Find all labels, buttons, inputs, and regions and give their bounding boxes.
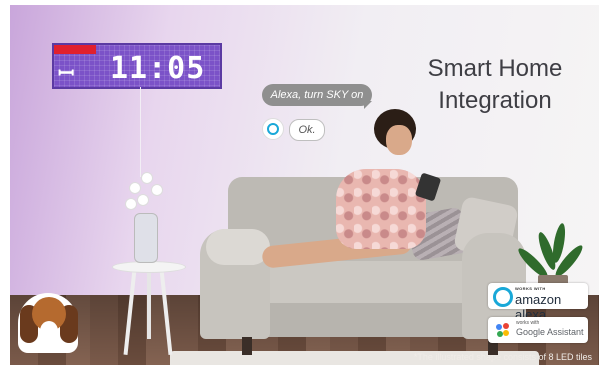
google-assistant-icon <box>503 323 509 329</box>
alexa-icon <box>262 118 284 140</box>
sofa-leg-left <box>242 337 252 355</box>
flower <box>152 185 162 195</box>
google-assistant-icon <box>497 331 503 337</box>
bubble-tail <box>364 101 372 109</box>
flower <box>130 183 140 193</box>
pillow-left <box>206 229 270 265</box>
works-with-alexa-badge[interactable]: WORKS WITH amazon alexa <box>488 283 588 322</box>
badge-brand: Google Assistant <box>516 327 584 337</box>
google-assistant-icon <box>496 324 502 330</box>
alexa-logo-icon <box>493 287 513 307</box>
page-title: Smart Home Integration <box>410 53 580 117</box>
vase <box>134 213 158 263</box>
title-line-2: Integration <box>438 87 552 114</box>
woman-face <box>386 125 412 155</box>
dog-muzzle <box>40 321 58 341</box>
badge-works-with: works with <box>516 320 540 326</box>
footnote: *The illustrated shape consists of 8 LED… <box>413 352 592 362</box>
led-clock-panel: ꟷ 11:05 <box>52 43 222 89</box>
table-leg <box>147 269 151 339</box>
flower <box>138 195 148 205</box>
woman-dress <box>336 169 426 249</box>
sofa-seat <box>235 261 497 307</box>
hero-image: ꟷ 11:05 Smart Home Integration Alexa, tu… <box>10 5 599 365</box>
flowers <box>122 169 168 215</box>
voice-command-bubble: Alexa, turn SKY on <box>262 84 372 106</box>
flower <box>142 173 152 183</box>
flower <box>126 199 136 209</box>
led-icon: ꟷ <box>58 61 74 85</box>
badge-works-with: WORKS WITH <box>515 286 546 291</box>
led-red-strip <box>54 45 96 54</box>
title-line-1: Smart Home <box>427 55 563 82</box>
power-cord <box>140 87 141 177</box>
google-assistant-icon <box>503 330 509 336</box>
works-with-google-badge[interactable]: works with Google Assistant <box>488 317 588 343</box>
led-time: 11:05 <box>110 51 206 86</box>
reply-bubble: Ok. <box>289 119 325 141</box>
